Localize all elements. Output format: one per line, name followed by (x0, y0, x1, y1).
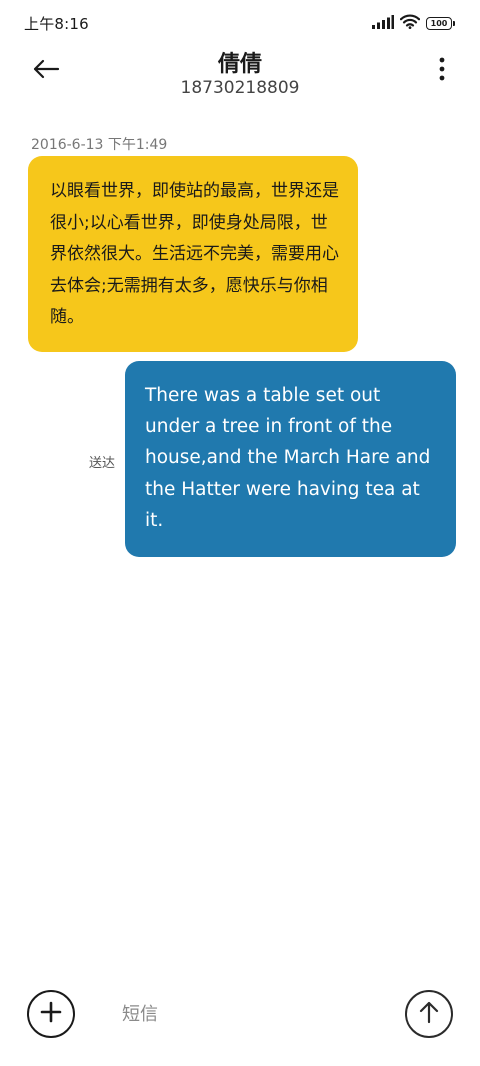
more-vertical-icon (439, 57, 445, 85)
arrow-up-icon (418, 1000, 440, 1028)
signal-icon (372, 14, 394, 33)
message-composer (0, 980, 480, 1050)
message-input[interactable] (108, 994, 378, 1034)
message-timestamp: 2016-6-13 下午1:49 (31, 137, 168, 153)
send-button[interactable] (405, 990, 453, 1038)
status-icons: 100 (372, 14, 455, 33)
add-attachment-button[interactable] (27, 990, 75, 1038)
battery-icon: 100 (426, 17, 455, 30)
outgoing-message-bubble[interactable]: There was a table set out under a tree i… (125, 361, 456, 557)
status-time: 上午8:16 (24, 15, 89, 33)
wifi-icon (399, 14, 421, 33)
contact-name: 倩倩 (217, 52, 262, 77)
more-options-button[interactable] (432, 54, 452, 88)
delivery-status: 送达 (89, 456, 116, 471)
incoming-message-bubble[interactable]: 以眼看世界，即使站的最高，世界还是很小;以心看世界，即使身处局限，世界依然很大。… (28, 156, 358, 352)
plus-icon (40, 1001, 62, 1027)
conversation-header: 倩倩 18730218809 (0, 46, 480, 106)
contact-number: 18730218809 (180, 78, 300, 98)
status-bar: 上午8:16 100 (0, 0, 480, 46)
